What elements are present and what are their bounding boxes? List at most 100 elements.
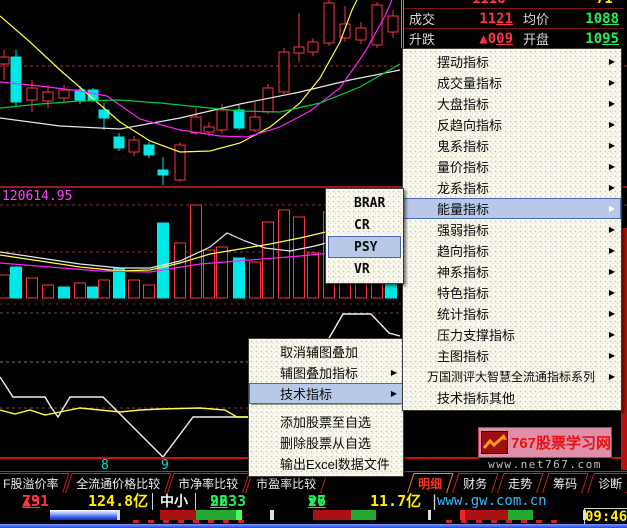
- menu-item-label: 鬼系指标: [437, 136, 489, 155]
- menu-item-i16[interactable]: 技术指标其他: [403, 387, 621, 408]
- menu-item-i5[interactable]: 删除股票从自选: [249, 432, 403, 453]
- menu-item-label: VR: [354, 262, 370, 277]
- submenu-arrow-icon: ▶: [609, 204, 615, 213]
- tab-筹码[interactable]: 筹码: [541, 473, 588, 495]
- tick-dashes: [446, 520, 560, 523]
- menu-item-label: 强弱指标: [437, 220, 489, 239]
- menu-item-CR[interactable]: CR: [326, 214, 403, 236]
- menu-item-label: 能量指标: [437, 199, 489, 218]
- clipped-yellow-value: 71: [596, 0, 613, 7]
- tab-诊断[interactable]: 诊断: [586, 473, 627, 495]
- menu-item-label: 反趋向指标: [437, 115, 502, 134]
- menu-item-label: 趋向指标: [437, 241, 489, 260]
- submenu-arrow-icon: ▶: [609, 120, 615, 129]
- menu-item-label: 摆动指标: [437, 52, 489, 71]
- menu-item-label: 神系指标: [437, 262, 489, 281]
- menu-item-label: 删除股票从自选: [280, 433, 371, 452]
- menu-item-i1[interactable]: 成交量指标▶: [403, 72, 621, 93]
- menu-item-i2[interactable]: 技术指标▶: [249, 383, 403, 404]
- decliners-amount: 11.7亿: [370, 493, 421, 510]
- tab-财务[interactable]: 财务: [451, 473, 498, 495]
- tab-label: 诊断: [598, 475, 622, 492]
- logo-title: 767股票学习网: [511, 432, 611, 453]
- volume-value: 1121: [453, 11, 513, 27]
- submenu-arrow-icon: ▶: [609, 372, 615, 381]
- avg-price-value: 1088: [569, 11, 619, 27]
- menu-item-i0[interactable]: 摆动指标 ▶: [403, 51, 621, 72]
- submenu-arrow-icon: ▶: [609, 330, 615, 339]
- menu-item-PSY[interactable]: PSY: [328, 236, 401, 258]
- submenu-arrow-icon: ▶: [391, 368, 397, 377]
- menu-item-label: 特色指标: [437, 283, 489, 302]
- chart-context-menu: 取消辅图叠加辅图叠加指标▶技术指标▶ 添加股票至自选删除股票从自选输出Excel数…: [248, 338, 404, 477]
- strength-segment: [583, 510, 586, 520]
- menu-item-i0[interactable]: 取消辅图叠加: [249, 341, 403, 362]
- bottom-accent-line: [0, 524, 627, 528]
- submenu-arrow-icon: ▶: [609, 309, 615, 318]
- submenu-arrow-icon: ▶: [609, 351, 615, 360]
- menu-item-label: 统计指标: [437, 304, 489, 323]
- tab-走势[interactable]: 走势: [496, 473, 543, 495]
- menu-item-i9[interactable]: 趋向指标 ▶: [403, 240, 621, 261]
- menu-item-label: 取消辅图叠加: [280, 342, 358, 361]
- site-watermark: 767股票学习网 www.net767.com: [478, 427, 612, 471]
- menu-item-i3[interactable]: 反趋向指标 ▶: [403, 114, 621, 135]
- menu-item-label: 技术指标其他: [437, 388, 515, 407]
- menu-item-i6[interactable]: 龙系指标 ▶: [403, 177, 621, 198]
- clipped-red-value: 1118: [472, 0, 506, 7]
- website-link[interactable]: www.gw.com.cn: [437, 493, 547, 510]
- tick-dashes: [133, 520, 245, 523]
- menu-item-i11[interactable]: 特色指标▶: [403, 282, 621, 303]
- avg-price-label: 均价: [523, 9, 569, 28]
- menu-item-i14[interactable]: 主图指标 ▶: [403, 345, 621, 366]
- menu-item-i5[interactable]: 量价指标▶: [403, 156, 621, 177]
- submenu-arrow-icon: ▶: [609, 99, 615, 108]
- tab-label: 走势: [508, 475, 532, 492]
- menu-item-label: BRAR: [354, 196, 385, 211]
- submenu-arrow-icon: ▶: [609, 141, 615, 150]
- strength-segment: [465, 510, 508, 520]
- tab-label: 市盈率比较: [257, 475, 317, 492]
- open-label: 开盘: [523, 29, 569, 48]
- menu-item-label: 量价指标: [437, 157, 489, 176]
- menu-item-Excel[interactable]: 输出Excel数据文件: [249, 453, 403, 474]
- menu-item-i2[interactable]: 大盘指标 ▶: [403, 93, 621, 114]
- tab-label: 市净率比较: [179, 475, 239, 492]
- logo-url: www.net767.com: [478, 458, 612, 471]
- menu-item-i15[interactable]: 万国测评大智慧全流通指标系列 ▶: [403, 366, 621, 387]
- strength-segment: [236, 510, 242, 520]
- submenu-arrow-icon: ▶: [609, 57, 615, 66]
- submenu-arrow-icon: ▶: [609, 246, 615, 255]
- menu-item-label: 成交量指标: [437, 73, 502, 92]
- submenu-arrow-icon: ▶: [609, 225, 615, 234]
- strength-segment: [508, 510, 533, 520]
- menu-item-VR[interactable]: VR: [326, 258, 403, 280]
- tab-label: 全流通价格比较: [77, 475, 161, 492]
- menu-item-label: 龙系指标: [437, 178, 489, 197]
- menu-separator: [251, 404, 401, 411]
- menu-item-i4[interactable]: 鬼系指标 ▶: [403, 135, 621, 156]
- app-window: 120614.9589 1118 71 成交 1121 均价 1088 升跌 ▲…: [0, 0, 627, 528]
- tab-label: 财务: [463, 475, 487, 492]
- advancers-amount: 124.8亿: [88, 493, 148, 510]
- menu-item-BRAR[interactable]: BRAR: [326, 192, 403, 214]
- menu-item-i8[interactable]: 强弱指标 ▶: [403, 219, 621, 240]
- quote-row-volume: 成交 1121 均价 1088: [404, 9, 624, 28]
- menu-item-i12[interactable]: 统计指标 ▶: [403, 303, 621, 324]
- menu-item-i10[interactable]: 神系指标▶: [403, 261, 621, 282]
- quote-panel: 1118 71 成交 1121 均价 1088 升跌 ▲009 开盘 1095: [401, 0, 624, 48]
- menu-item-label: CR: [354, 218, 370, 233]
- right-tab-group: 明细财务走势筹码诊断: [410, 473, 627, 495]
- menu-item-i4[interactable]: 添加股票至自选: [249, 411, 403, 432]
- svg-text:9: 9: [161, 458, 169, 470]
- menu-item-label: 添加股票至自选: [280, 412, 371, 431]
- menu-item-label: 大盘指标: [437, 94, 489, 113]
- board-badge[interactable]: 中小: [152, 493, 196, 510]
- svg-text:120614.95: 120614.95: [2, 189, 72, 204]
- menu-item-i13[interactable]: 压力支撑指标▶: [403, 324, 621, 345]
- menu-item-label: 主图指标: [437, 346, 489, 365]
- menu-item-i7[interactable]: 能量指标 ▶: [403, 198, 621, 219]
- menu-item-i1[interactable]: 辅图叠加指标▶: [249, 362, 403, 383]
- menu-item-label: 万国测评大智慧全流通指标系列: [427, 368, 595, 385]
- submenu-arrow-icon: ▶: [609, 183, 615, 192]
